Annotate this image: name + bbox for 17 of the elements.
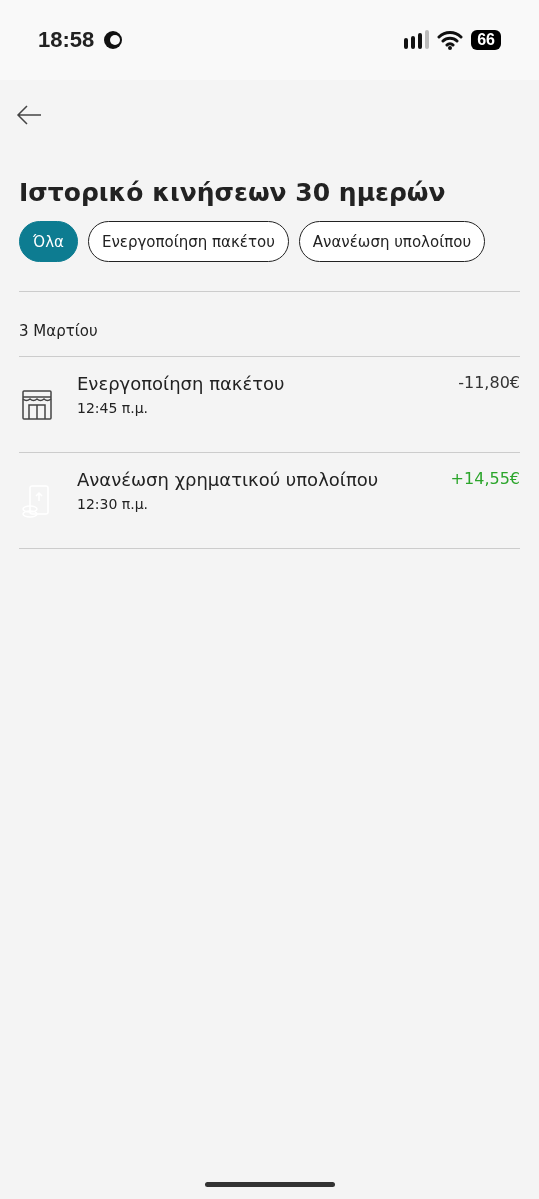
filter-chip[interactable]: Ενεργοποίηση πακέτου bbox=[87, 221, 289, 262]
battery-level: 66 bbox=[471, 30, 501, 50]
signal-icon bbox=[403, 30, 430, 50]
transaction-time: 12:45 π.μ. bbox=[77, 400, 150, 416]
clock: 18:58 bbox=[38, 27, 95, 53]
date-heading: 3 Μαρτίου bbox=[19, 322, 99, 340]
transaction-amount: -11,80€ bbox=[458, 373, 520, 392]
storefront-icon bbox=[19, 387, 55, 423]
transaction-title: Ανανέωση χρηματικού υπολοίπου bbox=[77, 469, 380, 490]
back-arrow-icon[interactable] bbox=[16, 104, 42, 126]
wifi-icon bbox=[437, 30, 464, 50]
transaction-time: 12:30 π.μ. bbox=[77, 496, 150, 512]
transaction-title: Ενεργοποίηση πακέτου bbox=[77, 373, 286, 394]
filter-chip[interactable]: Όλα bbox=[19, 221, 78, 262]
transaction-amount: +14,55€ bbox=[450, 469, 520, 488]
filter-chip[interactable]: Ανανέωση υπολοίπου bbox=[298, 221, 486, 262]
page-title: Ιστορικό κινήσεων 30 ημερών bbox=[19, 178, 447, 207]
